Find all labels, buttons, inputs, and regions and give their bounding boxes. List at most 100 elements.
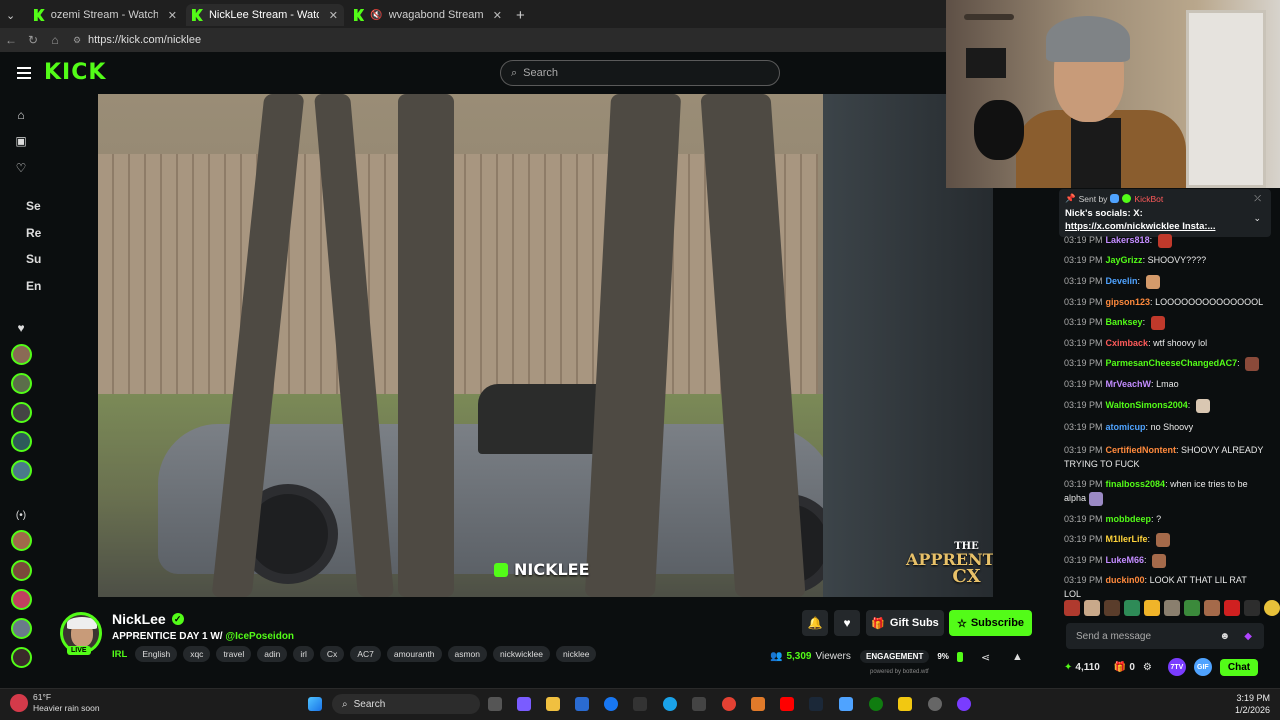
chat-username[interactable]: ParmesanCheeseChangedAC7	[1106, 358, 1238, 368]
notifications-button[interactable]: 🔔	[802, 610, 828, 636]
pinned-message[interactable]: 📌 Sent by KickBot ⤫ Nick's socials: X: h…	[1059, 189, 1271, 237]
steam-icon[interactable]	[809, 697, 823, 711]
emote-icon[interactable]	[1064, 600, 1080, 616]
tab-list-button[interactable]: ⌄	[0, 4, 28, 26]
chat-username[interactable]: atomicup	[1106, 422, 1146, 432]
calculator-icon[interactable]	[692, 697, 706, 711]
streamer-name[interactable]: NickLee ✓	[112, 611, 184, 627]
chat-username[interactable]: MrVeachW	[1106, 379, 1152, 389]
chat-username[interactable]: WaltonSimons2004	[1106, 400, 1188, 410]
chat-username[interactable]: M1llerLife	[1106, 534, 1148, 544]
chat-username[interactable]: LukeM66	[1106, 555, 1145, 565]
channel-avatar[interactable]	[11, 460, 32, 481]
back-icon[interactable]: ←	[0, 33, 22, 47]
gif-button[interactable]: GIF	[1193, 658, 1212, 676]
emote-icon[interactable]	[1224, 600, 1240, 616]
chat-username[interactable]: mobbdeep	[1106, 514, 1152, 524]
reload-icon[interactable]: ↻	[22, 33, 44, 47]
close-icon[interactable]: ✕	[168, 9, 177, 22]
chat-input[interactable]: Send a message ☻ ◆	[1066, 623, 1264, 649]
tag-chip[interactable]: travel	[216, 646, 252, 662]
channel-avatar[interactable]	[11, 589, 32, 610]
vlc-icon[interactable]	[751, 697, 765, 711]
weather-widget[interactable]: 61°F Heavier rain soon	[33, 692, 100, 714]
store-icon[interactable]	[575, 697, 589, 711]
amazon-icon[interactable]	[633, 697, 647, 711]
tag-chip[interactable]: Cx	[319, 646, 345, 662]
tag-chip[interactable]: English	[135, 646, 178, 662]
tab-wvagabond[interactable]: 🔇 wvagabond Stream - Watch L ✕	[348, 4, 508, 26]
sidebar-section-label[interactable]: Re	[26, 226, 41, 240]
app-icon[interactable]	[957, 697, 971, 711]
youtube-icon[interactable]	[780, 697, 794, 711]
emote-icon[interactable]	[1164, 600, 1180, 616]
chat-username[interactable]: CertifiedNontent	[1106, 445, 1177, 455]
unpin-icon[interactable]: ⤫	[1254, 193, 1261, 204]
home-icon[interactable]: ⌂	[44, 33, 66, 47]
following-heart-icon[interactable]: ♡	[14, 161, 28, 175]
windows-start-icon[interactable]	[308, 697, 322, 711]
weather-icon[interactable]	[10, 694, 28, 712]
file-explorer-icon[interactable]	[546, 697, 560, 711]
search-input[interactable]: ⌕ Search	[500, 60, 780, 86]
edge-icon[interactable]	[663, 697, 677, 711]
channel-avatar[interactable]	[11, 530, 32, 551]
tab-nicklee[interactable]: NickLee Stream - Watch Live on Ki ✕	[186, 4, 344, 26]
chat-username[interactable]: gipson123	[1106, 297, 1151, 307]
copilot-icon[interactable]	[517, 697, 531, 711]
chat-username[interactable]: finalboss2084	[1106, 479, 1166, 489]
chat-username[interactable]: Lakers818	[1106, 235, 1150, 245]
menu-icon[interactable]	[17, 67, 31, 79]
new-tab-button[interactable]: +	[510, 4, 530, 26]
emoji-icon[interactable]: ☻	[1219, 631, 1230, 642]
emote-icon[interactable]	[1124, 600, 1140, 616]
tag-chip[interactable]: xqc	[183, 646, 211, 662]
video-player[interactable]: NICKLEE THE APPRENTICE CX	[98, 94, 993, 597]
tag-chip[interactable]: nicklee	[556, 646, 597, 662]
tag-chip[interactable]: nickwicklee	[493, 646, 551, 662]
emote-icon[interactable]	[1204, 600, 1220, 616]
channel-avatar[interactable]	[11, 402, 32, 423]
points-display[interactable]: ✦ 4,110	[1064, 662, 1100, 673]
app-icon[interactable]	[839, 697, 853, 711]
emote-icon[interactable]	[1104, 600, 1120, 616]
report-icon[interactable]: ▲	[1012, 651, 1023, 663]
sidebar-section-label[interactable]: Se	[26, 199, 41, 213]
tab-ozemi[interactable]: ozemi Stream - Watch Live on Kick ✕	[28, 4, 183, 26]
gift-display[interactable]: 🎁 0	[1114, 662, 1135, 673]
task-view-icon[interactable]	[488, 697, 502, 711]
site-info-icon[interactable]: ⚙	[66, 35, 88, 46]
taskbar-search[interactable]: ⌕ Search	[332, 694, 480, 714]
notes-icon[interactable]	[898, 697, 912, 711]
settings-icon[interactable]: ⚙	[1143, 662, 1152, 673]
sidebar-section-label[interactable]: Su	[26, 252, 41, 266]
chat-username[interactable]: duckin00	[1106, 575, 1145, 585]
chat-username[interactable]: Cximback	[1106, 338, 1149, 348]
emote-icon[interactable]	[1264, 600, 1280, 616]
emote-icon[interactable]	[1244, 600, 1260, 616]
emote-icon[interactable]	[1084, 600, 1100, 616]
channel-avatar[interactable]	[11, 344, 32, 365]
emote-icon[interactable]	[1144, 600, 1160, 616]
pinned-link[interactable]: https://x.com/nickwicklee Insta:...	[1065, 220, 1265, 233]
kick-logo[interactable]: KICK	[44, 60, 106, 85]
follow-button[interactable]: ♥	[834, 610, 860, 636]
tag-chip[interactable]: irl	[293, 646, 314, 662]
chat-username[interactable]: Develin	[1106, 276, 1138, 286]
tag-chip[interactable]: amouranth	[386, 646, 442, 662]
channel-avatar[interactable]	[11, 373, 32, 394]
tag-chip[interactable]: AC7	[350, 646, 381, 662]
7tv-button[interactable]: 7TV	[1167, 658, 1186, 676]
sidebar-section-label[interactable]: En	[26, 279, 41, 293]
close-icon[interactable]: ✕	[493, 9, 502, 22]
chat-send-button[interactable]: Chat	[1219, 658, 1259, 676]
subscribe-button[interactable]: ☆ Subscribe	[949, 610, 1032, 636]
channel-avatar[interactable]	[11, 560, 32, 581]
url-field[interactable]: https://kick.com/nicklee	[88, 34, 201, 46]
facebook-icon[interactable]	[604, 697, 618, 711]
channel-avatar[interactable]	[11, 618, 32, 639]
system-clock[interactable]: 3:19 PM 1/2/2026	[1218, 692, 1270, 716]
obs-icon[interactable]	[928, 697, 942, 711]
kick-emote-icon[interactable]: ◆	[1244, 631, 1252, 642]
chat-username[interactable]: JayGrizz	[1106, 255, 1143, 265]
